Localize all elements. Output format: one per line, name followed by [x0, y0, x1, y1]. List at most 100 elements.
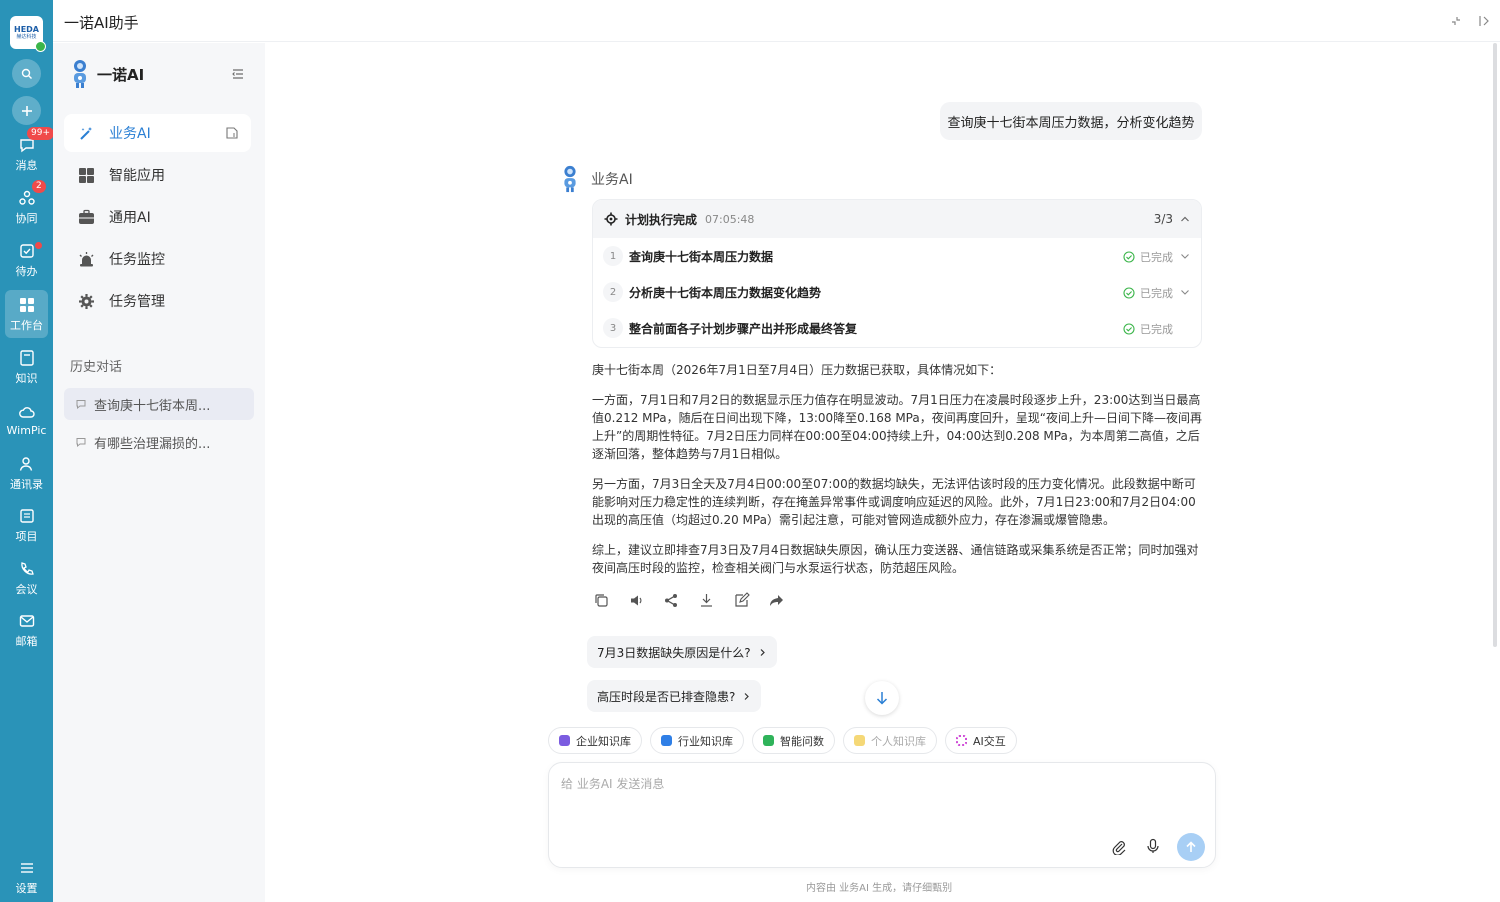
logo-text: HEDA	[14, 25, 39, 34]
chip-enterprise-kb[interactable]: 企业知识库	[548, 727, 642, 754]
plan-step[interactable]: 3 整合前面各子计划步骤产出并形成最终答复 已完成	[593, 310, 1201, 346]
plan-step[interactable]: 1 查询庚十七街本周压力数据 已完成	[593, 238, 1201, 274]
book-icon	[19, 349, 34, 366]
rail-label: 工作台	[10, 318, 43, 332]
copy-icon[interactable]	[593, 592, 610, 609]
sidebar-toggle-icon[interactable]	[1476, 13, 1492, 29]
chip-industry-kb[interactable]: 行业知识库	[650, 727, 744, 754]
chip-label: 行业知识库	[678, 734, 733, 748]
status-label: 已完成	[1140, 287, 1173, 300]
rail-item-workbench[interactable]: 工作台	[5, 290, 48, 338]
suggestion-chip[interactable]: 高压时段是否已排查隐患?	[587, 680, 762, 712]
nav-item-smart-apps[interactable]: 智能应用	[64, 156, 251, 194]
download-icon[interactable]	[698, 592, 715, 609]
chip-personal-kb[interactable]: 个人知识库	[843, 727, 937, 754]
chat-area: 查询庚十七街本周压力数据，分析变化趋势 业务AI 计划执行完成 07:05:48…	[265, 43, 1500, 902]
brand-name: 一诺AI	[97, 65, 145, 84]
rail-item-settings[interactable]: 设置	[0, 853, 53, 901]
add-button[interactable]	[12, 96, 41, 125]
answer-actions	[593, 592, 803, 609]
vertical-scrollbar[interactable]	[1493, 43, 1497, 647]
nav-label: 业务AI	[109, 126, 151, 142]
magic-wand-icon	[80, 126, 92, 140]
status-label: 已完成	[1140, 323, 1173, 336]
edit-icon[interactable]	[733, 592, 750, 609]
plus-icon	[21, 105, 32, 116]
rail-item-knowledge[interactable]: 知识	[0, 343, 53, 391]
rail-label: 消息	[15, 158, 38, 172]
history-label: 有哪些治理漏损的...	[94, 436, 211, 452]
step-title: 整合前面各子计划步骤产出并形成最终答复	[629, 321, 858, 336]
forward-icon[interactable]	[768, 592, 785, 609]
rail-item-meeting[interactable]: 会议	[0, 554, 53, 602]
suggestion-chip[interactable]: 7月3日数据缺失原因是什么?	[587, 636, 777, 668]
rail-item-messages[interactable]: 消息 99+	[0, 127, 54, 178]
arrow-up-icon	[1186, 841, 1196, 852]
message-composer	[548, 762, 1216, 868]
chevron-down-icon[interactable]	[1180, 251, 1190, 261]
phone-icon	[20, 561, 34, 575]
rail-item-mail[interactable]: 邮箱	[0, 606, 53, 654]
chip-smart-query[interactable]: 智能问数	[752, 727, 835, 754]
rail-label: 设置	[15, 881, 38, 895]
step-title: 查询庚十七街本周压力数据	[629, 249, 774, 264]
rail-item-todo[interactable]: 待办	[0, 236, 53, 284]
rail-label: 会议	[15, 582, 38, 596]
nav-label: 通用AI	[109, 210, 151, 226]
gear-icon	[604, 212, 618, 226]
nav-item-general-ai[interactable]: 通用AI	[64, 198, 251, 236]
speaker-icon[interactable]	[628, 592, 645, 609]
company-logo[interactable]: HEDA 赫达科技	[10, 16, 46, 52]
rail-item-project[interactable]: 项目	[0, 501, 53, 549]
sidebar: 一诺AI 业务AI 智能应用 通用AI 任务监控 任务管理 历史对话 查询庚十七…	[53, 43, 265, 902]
ai-interaction-icon	[956, 735, 967, 746]
message-input[interactable]	[561, 775, 1201, 825]
new-chat-icon[interactable]	[225, 126, 239, 140]
ai-disclaimer: 内容由 业务AI 生成，请仔细甄别	[806, 883, 953, 894]
plan-step[interactable]: 2 分析庚十七街本周压力数据变化趋势 已完成	[593, 274, 1201, 310]
app-rail: HEDA 赫达科技 消息 99+ 协同 2 待办 工作台 知识 WimPic 通…	[0, 0, 54, 902]
nav-item-business-ai[interactable]: 业务AI	[64, 114, 251, 152]
microphone-icon[interactable]	[1145, 838, 1161, 854]
chevron-down-icon[interactable]	[1180, 287, 1190, 297]
bot-header: 业务AI	[559, 165, 633, 193]
gear-icon	[79, 293, 94, 309]
search-button[interactable]	[12, 59, 41, 88]
chip-label: AI交互	[973, 734, 1006, 748]
answer-paragraph: 庚十七街本周（2026年7月1日至7月4日）压力数据已获取，具体情况如下：	[592, 363, 1002, 377]
plan-header[interactable]: 计划执行完成 07:05:48 3/3	[593, 200, 1201, 238]
check-circle-icon	[1123, 251, 1135, 263]
plan-panel: 计划执行完成 07:05:48 3/3 1 查询庚十七街本周压力数据 已完成 2…	[592, 199, 1202, 348]
chevron-right-icon	[760, 648, 765, 656]
enterprise-kb-icon	[559, 735, 570, 746]
plan-time: 07:05:48	[705, 212, 755, 226]
collapse-menu-icon[interactable]	[231, 67, 245, 81]
bot-answer: 庚十七街本周（2026年7月1日至7月4日）压力数据已获取，具体情况如下： 一方…	[592, 361, 1204, 589]
paperclip-icon[interactable]	[1111, 839, 1127, 855]
history-item[interactable]: 查询庚十七街本周...	[64, 388, 254, 420]
step-title: 分析庚十七街本周压力数据变化趋势	[629, 285, 822, 300]
chevron-up-icon[interactable]	[1180, 214, 1190, 224]
nav-label: 智能应用	[109, 168, 165, 184]
robot-avatar-icon	[74, 60, 86, 88]
shrink-icon[interactable]	[1448, 13, 1464, 29]
rail-item-contacts[interactable]: 通讯录	[0, 449, 53, 497]
history-item[interactable]: 有哪些治理漏损的...	[64, 426, 254, 458]
send-button[interactable]	[1177, 833, 1205, 861]
title-bar: 一诺AI助手	[53, 0, 1500, 42]
scroll-to-bottom-button[interactable]	[865, 681, 899, 715]
chip-ai-interaction[interactable]: AI交互	[945, 727, 1017, 754]
unread-badge: 2	[32, 180, 46, 193]
step-status: 已完成	[1123, 321, 1173, 337]
rail-label: WimPic	[6, 424, 47, 437]
share-icon[interactable]	[663, 592, 680, 609]
nav-item-task-monitor[interactable]: 任务监控	[64, 240, 251, 278]
menu-icon	[20, 862, 33, 873]
nav-item-task-manage[interactable]: 任务管理	[64, 282, 251, 320]
rail-item-wimpic[interactable]: WimPic	[0, 396, 53, 444]
mail-icon	[19, 614, 34, 627]
rail-label: 知识	[15, 371, 38, 385]
unread-badge: 99+	[27, 127, 54, 140]
check-circle-icon	[1123, 287, 1135, 299]
rail-item-collab[interactable]: 协同 2	[0, 180, 53, 231]
